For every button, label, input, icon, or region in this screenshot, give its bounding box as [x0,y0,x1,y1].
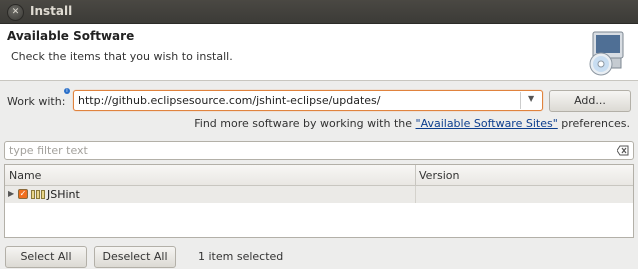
wizard-header: Available Software Check the items that … [0,24,638,81]
chevron-down-icon[interactable]: ▼ [528,94,534,103]
select-all-button[interactable]: Select All [5,246,87,268]
column-header-name[interactable]: Name [9,169,41,182]
add-button[interactable]: Add... [549,90,631,112]
page-description: Check the items that you wish to install… [11,50,233,63]
row-checkbox[interactable]: ✓ [18,189,28,199]
combo-divider [520,92,521,109]
find-more-suffix: preferences. [557,117,630,130]
software-table: Name Version ▶ ✓ JSHint [4,164,634,238]
find-more-prefix: Find more software by working with the [194,117,416,130]
clear-filter-icon[interactable] [617,145,629,156]
work-with-label: Work with: [7,95,66,108]
window-title: Install [30,4,73,18]
available-software-sites-link[interactable]: "Available Software Sites" [416,117,558,130]
selection-status: 1 item selected [198,250,284,263]
find-more-text: Find more software by working with the "… [194,117,630,130]
window-titlebar: ✕ Install [0,0,638,24]
deselect-all-button[interactable]: Deselect All [94,246,176,268]
install-cd-icon [589,31,624,76]
close-icon[interactable]: ✕ [7,4,24,21]
row-divider [415,186,416,203]
filter-field[interactable]: type filter text [4,141,634,160]
info-icon: i [64,88,70,94]
work-with-input[interactable]: http://github.eclipsesource.com/jshint-e… [78,94,380,107]
feature-group-icon [31,190,45,199]
page-title: Available Software [7,29,135,43]
row-name: JSHint [47,188,80,201]
filter-placeholder[interactable]: type filter text [9,144,88,157]
table-row[interactable]: ▶ ✓ JSHint [5,186,633,203]
expand-arrow-icon[interactable]: ▶ [8,189,14,198]
work-with-combo[interactable]: http://github.eclipsesource.com/jshint-e… [73,90,543,111]
table-header: Name Version [5,165,633,186]
column-divider[interactable] [415,165,416,185]
column-header-version[interactable]: Version [419,169,459,182]
